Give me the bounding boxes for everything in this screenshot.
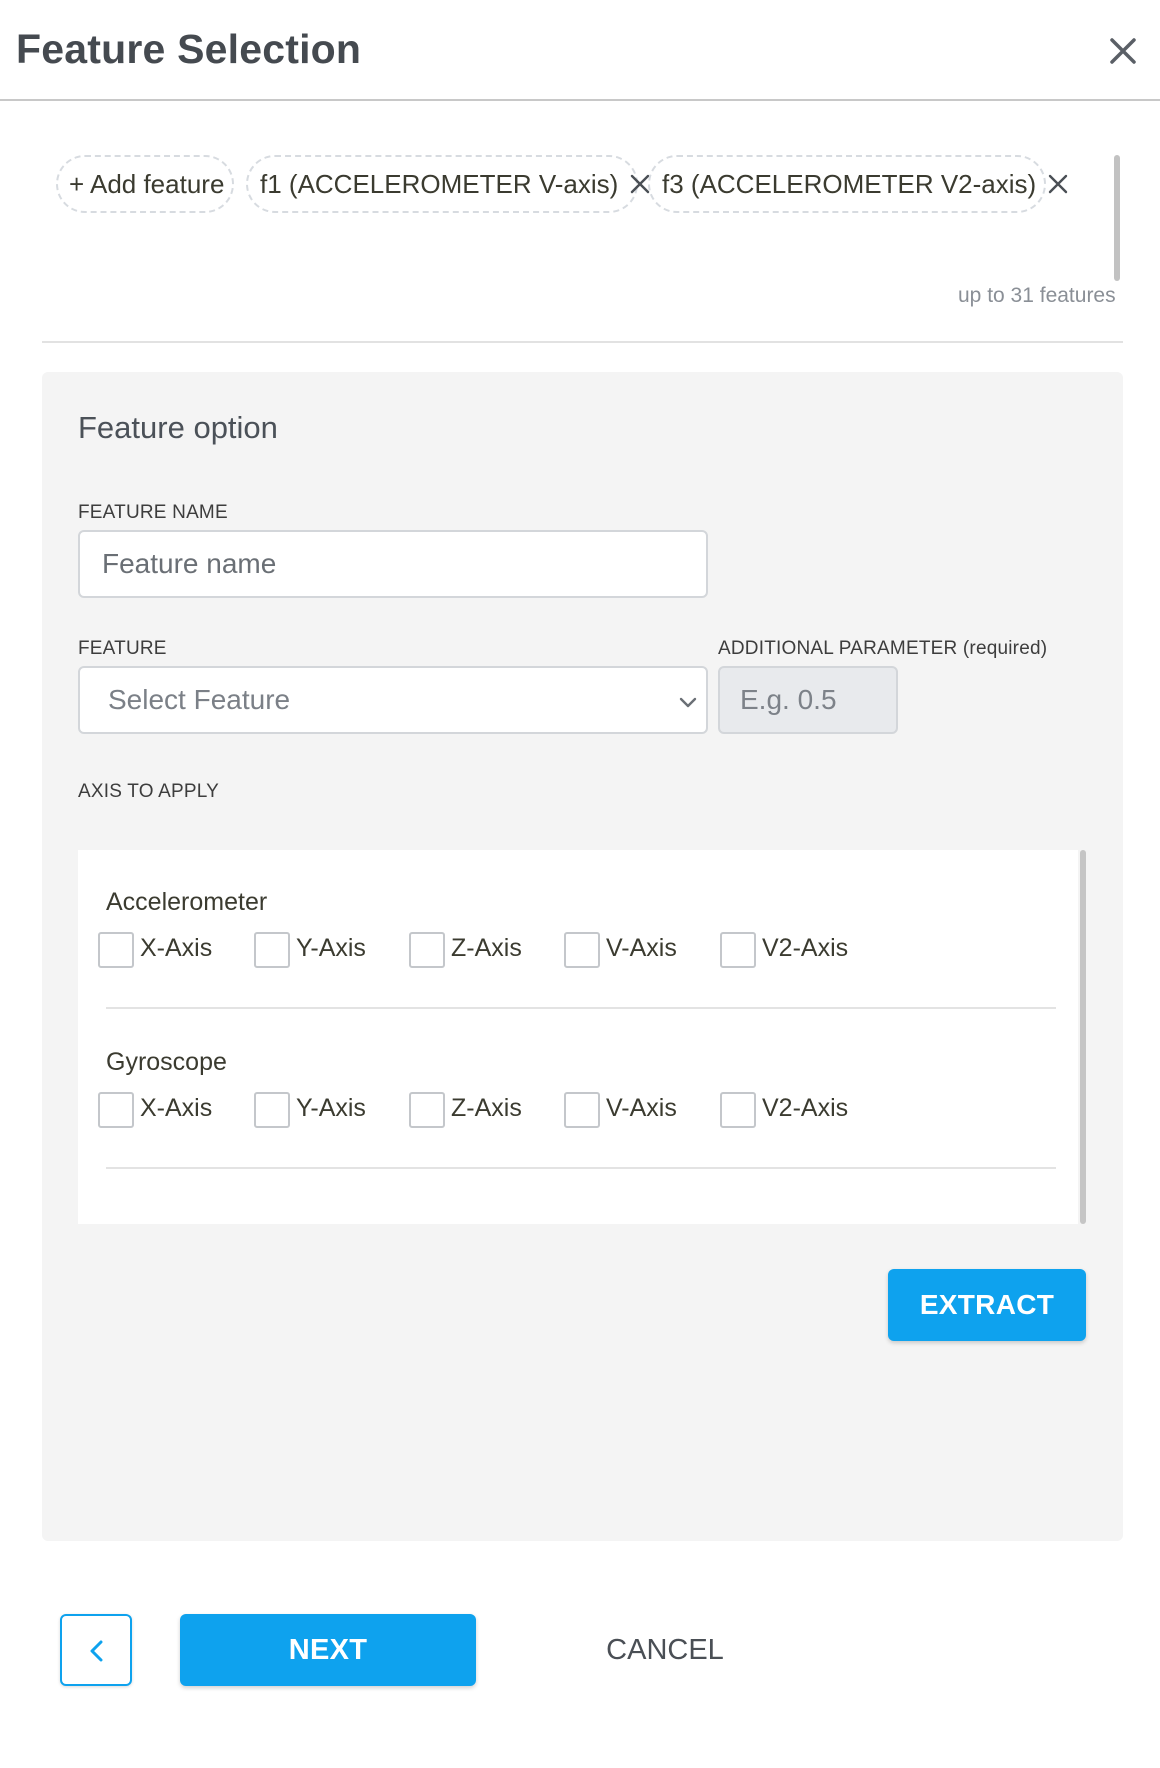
divider [106, 1167, 1056, 1169]
chips-scrollbar[interactable] [1114, 155, 1120, 281]
divider [42, 341, 1123, 343]
feature-chip[interactable]: f3 (ACCELEROMETER V2-axis) [648, 155, 1068, 213]
chevron-down-icon [679, 697, 697, 708]
checkbox-box[interactable] [254, 1092, 290, 1128]
divider [106, 1007, 1056, 1009]
checkbox-box[interactable] [409, 932, 445, 968]
checkbox-box[interactable] [564, 932, 600, 968]
axis-to-apply-label: AXIS TO APPLY [78, 781, 219, 802]
feature-name-input[interactable] [78, 530, 708, 598]
feature-chip-label: f1 (ACCELEROMETER V-axis) [260, 169, 619, 199]
checkbox-box[interactable] [98, 1092, 134, 1128]
modal-title: Feature Selection [16, 26, 362, 72]
close-icon [1110, 38, 1136, 64]
checkbox-label: Z-Axis [451, 1094, 522, 1122]
cancel-button[interactable]: CANCEL [580, 1614, 750, 1686]
feature-chip[interactable]: f1 (ACCELEROMETER V-axis) [246, 155, 650, 213]
checkbox-label: Y-Axis [296, 934, 366, 962]
additional-parameter-label: ADDITIONAL PARAMETER (required) [718, 638, 1048, 659]
checkbox-box[interactable] [720, 932, 756, 968]
checkbox-label: V2-Axis [762, 934, 849, 962]
back-button[interactable] [60, 1614, 132, 1686]
feature-limit-note: up to 31 features [958, 284, 1116, 307]
panel-title: Feature option [78, 410, 278, 445]
feature-chip-label: f3 (ACCELEROMETER V2-axis) [662, 169, 1037, 199]
add-feature-button[interactable]: + Add feature [56, 155, 234, 213]
feature-select-value: Select Feature [108, 684, 291, 715]
chevron-left-icon [90, 1640, 103, 1662]
extract-button[interactable]: EXTRACT [888, 1269, 1086, 1341]
close-button[interactable] [1102, 30, 1144, 72]
checkbox-label: V-Axis [606, 934, 677, 962]
feature-label: FEATURE [78, 638, 167, 659]
modal-header: Feature Selection [0, 0, 1160, 101]
feature-option-panel: Feature option FEATURE NAME FEATURE Sele… [42, 372, 1123, 1541]
axis-options-scrollbar[interactable] [1080, 850, 1086, 1224]
checkbox-label: X-Axis [140, 1094, 213, 1122]
feature-name-label: FEATURE NAME [78, 502, 228, 523]
remove-icon[interactable] [1046, 172, 1070, 196]
additional-parameter-input[interactable] [718, 666, 898, 734]
checkbox-label: V2-Axis [762, 1094, 849, 1122]
checkbox-box[interactable] [720, 1092, 756, 1128]
feature-select[interactable]: Select Feature [78, 666, 708, 734]
checkbox-box[interactable] [254, 932, 290, 968]
checkbox-label: Y-Axis [296, 1094, 366, 1122]
checkbox-box[interactable] [564, 1092, 600, 1128]
sensor-title-gyroscope: Gyroscope [106, 1048, 227, 1076]
axis-options: Accelerometer X-Axis Y-Axis Z-Axis V-Axi… [78, 850, 1078, 1224]
checkbox-label: Z-Axis [451, 934, 522, 962]
next-button[interactable]: NEXT [180, 1614, 476, 1686]
checkbox-label: X-Axis [140, 934, 213, 962]
checkbox-label: V-Axis [606, 1094, 677, 1122]
checkbox-box[interactable] [409, 1092, 445, 1128]
sensor-title-accelerometer: Accelerometer [106, 888, 268, 916]
checkbox-box[interactable] [98, 932, 134, 968]
feature-selection-modal: Feature Selection + Add feature f1 (ACCE… [0, 0, 1160, 1768]
